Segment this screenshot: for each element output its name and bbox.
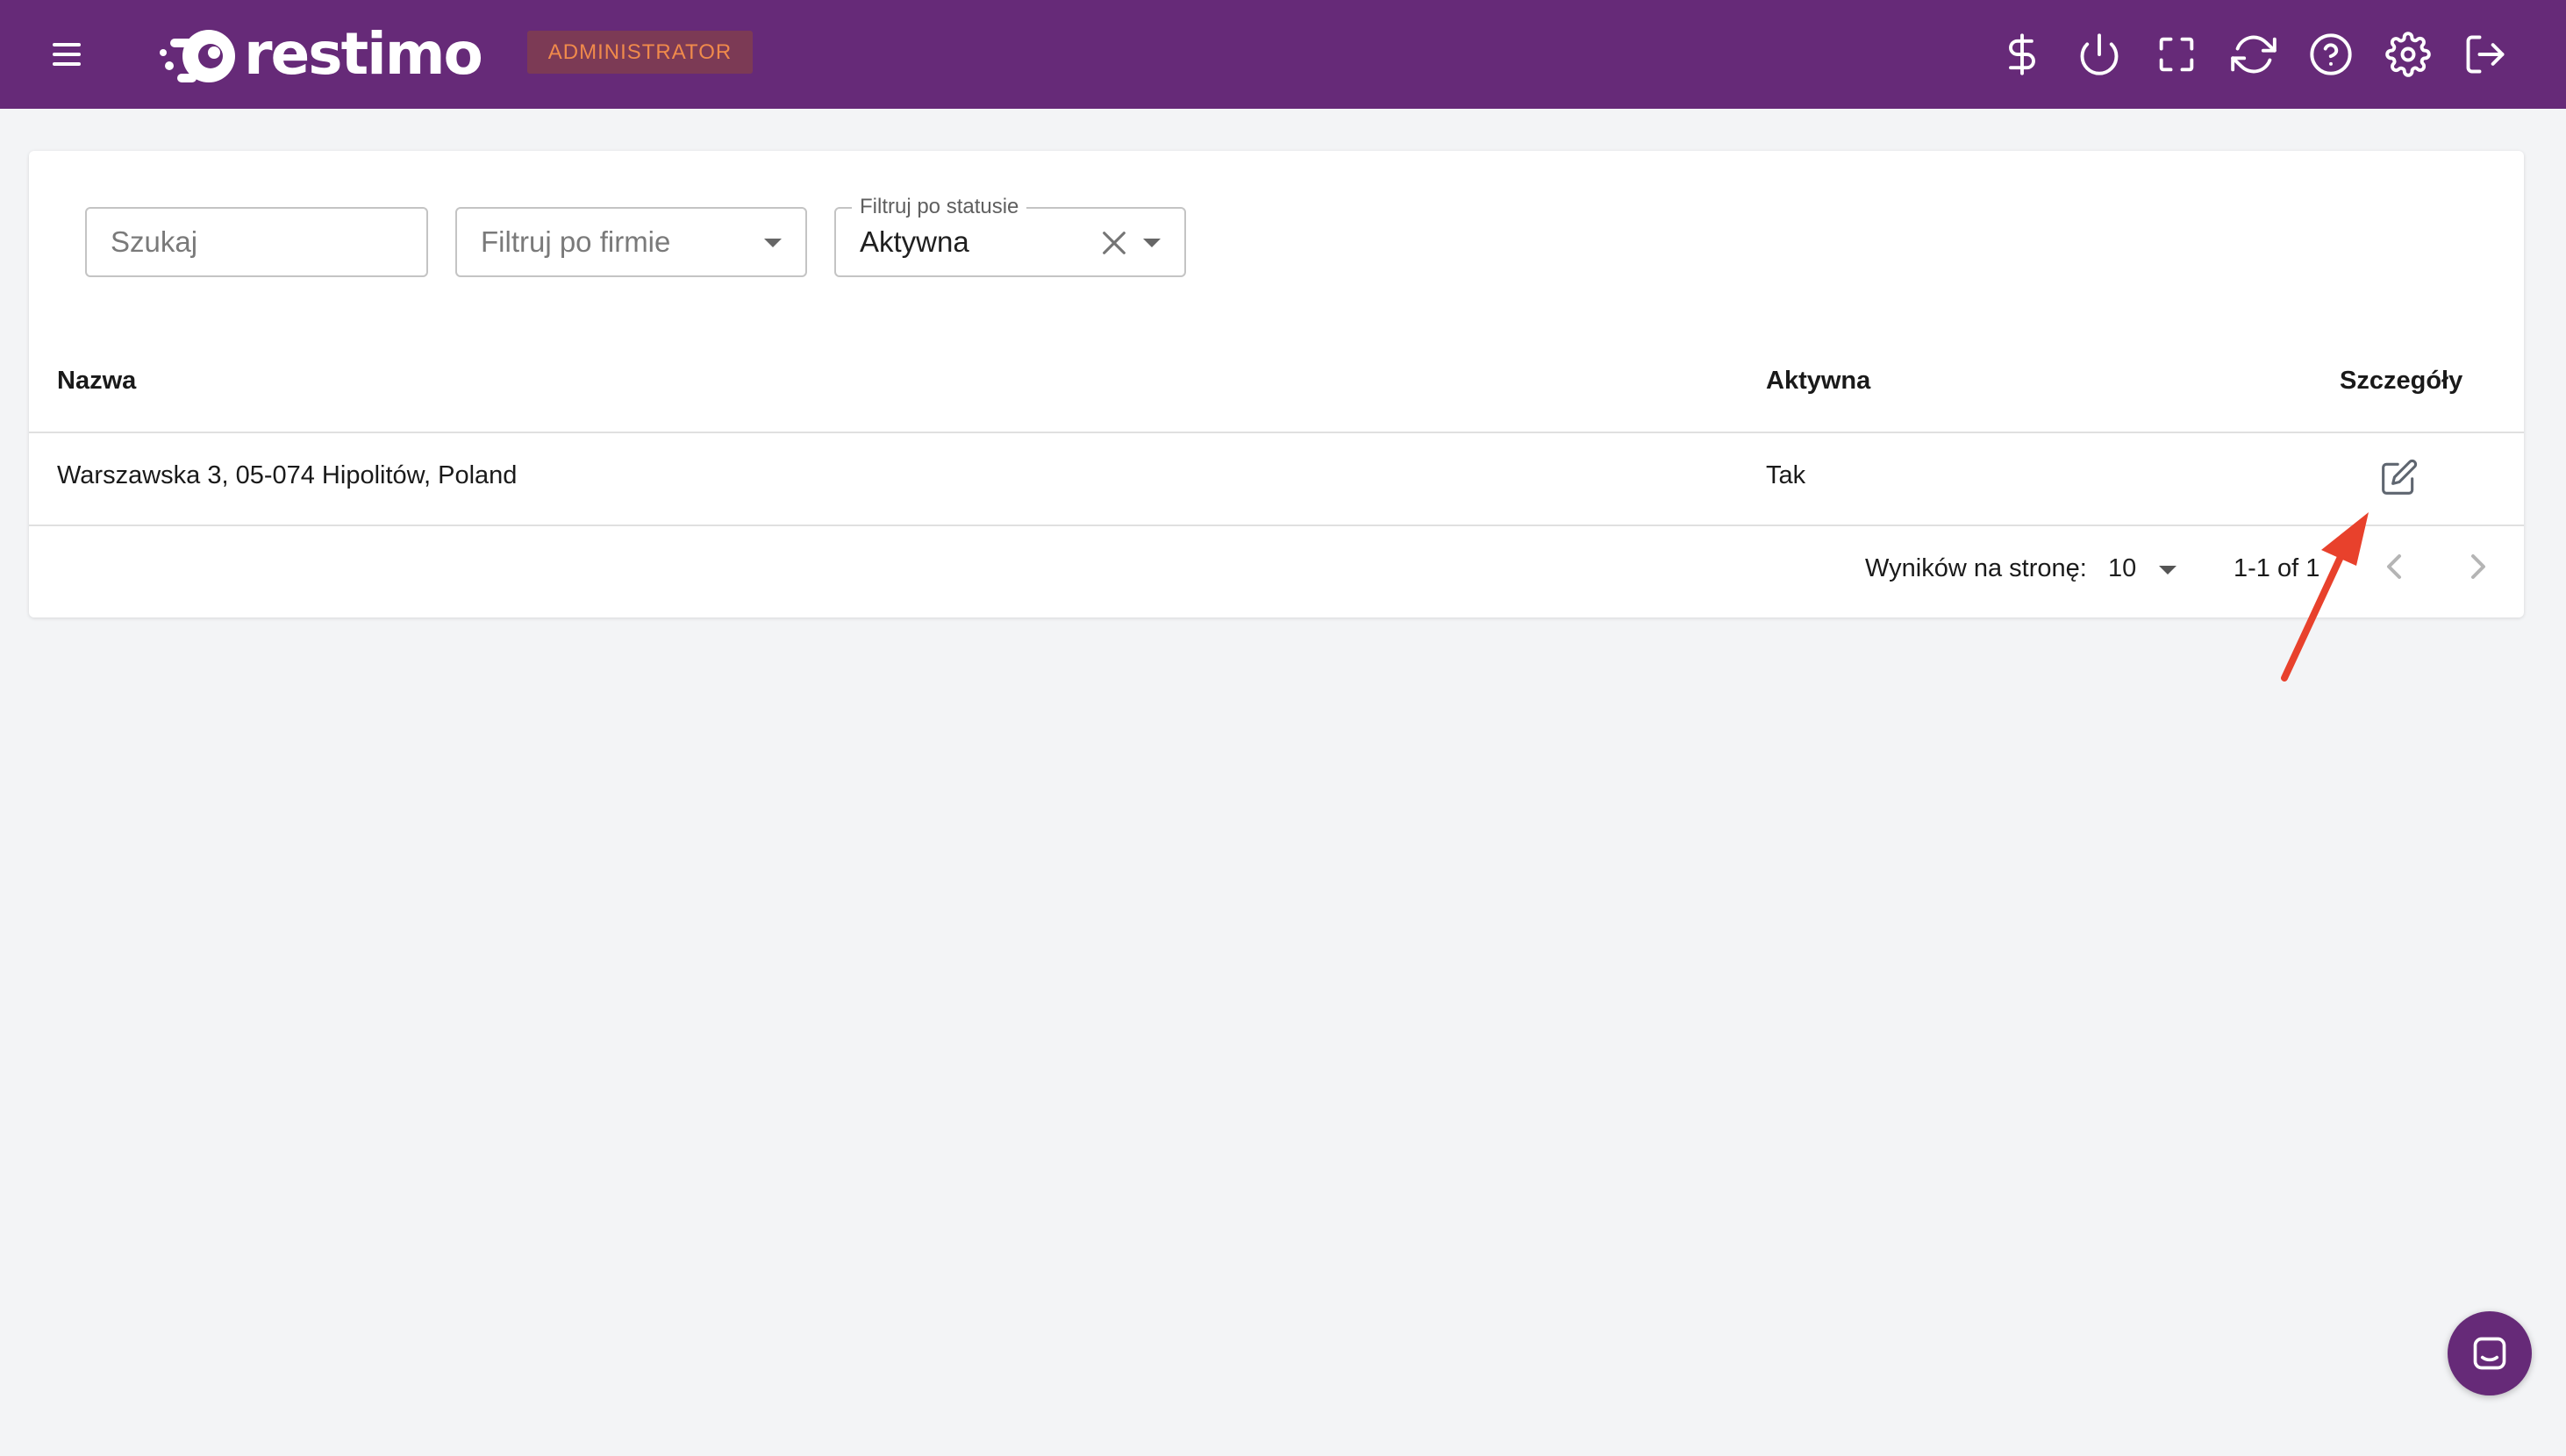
refresh-icon[interactable] xyxy=(2231,32,2277,77)
edit-icon[interactable] xyxy=(2380,458,2419,496)
logout-icon[interactable] xyxy=(2462,32,2508,77)
chevron-down-icon xyxy=(764,239,782,247)
company-filter-placeholder: Filtruj po firmie xyxy=(481,225,671,258)
power-icon[interactable] xyxy=(2076,32,2122,77)
chevron-down-icon xyxy=(1143,239,1161,247)
column-header-active[interactable]: Aktywna xyxy=(1766,367,1870,396)
top-bar: restimo ADMINISTRATOR xyxy=(0,0,2566,109)
role-badge: ADMINISTRATOR xyxy=(527,31,753,74)
help-icon[interactable] xyxy=(2308,32,2354,77)
cell-name: Warszawska 3, 05-074 Hipolitów, Poland xyxy=(57,461,518,489)
dollar-icon[interactable] xyxy=(1999,32,2045,77)
rows-per-page-value: 10 xyxy=(2108,554,2137,582)
brand-name: restimo xyxy=(244,20,483,88)
chevron-down-icon xyxy=(2159,566,2176,575)
cell-active: Tak xyxy=(1766,461,1806,489)
fullscreen-icon[interactable] xyxy=(2154,32,2199,77)
divider xyxy=(29,525,2524,526)
column-header-details: Szczegóły xyxy=(2340,367,2463,395)
search-placeholder: Szukaj xyxy=(111,225,198,258)
chevron-left-icon xyxy=(2387,554,2401,579)
divider xyxy=(29,432,2524,433)
brand-logo[interactable]: restimo xyxy=(158,18,483,91)
status-filter-select[interactable]: Filtruj po statusie Aktywna xyxy=(834,195,1186,277)
menu-icon[interactable] xyxy=(49,35,88,74)
chat-icon xyxy=(2473,1337,2506,1370)
status-filter-value: Aktywna xyxy=(860,225,969,258)
pagination-range: 1-1 of 1 xyxy=(2234,554,2320,582)
search-input[interactable]: Szukaj xyxy=(85,207,428,277)
clear-icon[interactable] xyxy=(1099,228,1129,258)
next-page-button[interactable] xyxy=(2457,546,2499,588)
settings-icon[interactable] xyxy=(2385,32,2431,77)
previous-page-button[interactable] xyxy=(2373,546,2415,588)
chat-button[interactable] xyxy=(2448,1311,2532,1395)
rows-per-page-label: Wyników na stronę: xyxy=(1865,554,2087,582)
locations-card: Szukaj Filtruj po firmie Filtruj po stat… xyxy=(29,151,2524,617)
logo-mark-icon xyxy=(160,30,235,82)
chevron-right-icon xyxy=(2471,554,2485,579)
company-filter-select[interactable]: Filtruj po firmie xyxy=(455,207,807,277)
column-header-name[interactable]: Nazwa xyxy=(57,367,136,396)
rows-per-page-select[interactable]: 10 xyxy=(2106,547,2185,586)
